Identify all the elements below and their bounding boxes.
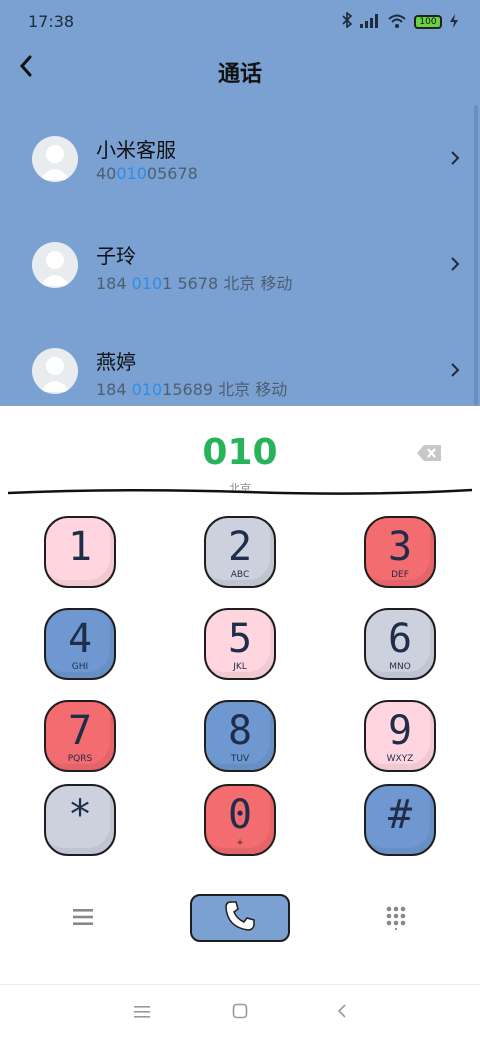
dialer-panel: 010 北京 1 2 ABC 3 DEF 4 GHI 5 JKL 6 MNO 7… — [0, 406, 480, 1040]
key-6[interactable]: 6 MNO — [364, 608, 436, 680]
key-hash[interactable]: # — [364, 784, 436, 856]
status-bar: 17:38 100 — [0, 0, 480, 44]
wifi-icon — [388, 13, 406, 32]
dialpad-icon[interactable] — [386, 906, 406, 934]
battery-indicator: 100 — [414, 15, 442, 29]
back-triangle-icon — [337, 1003, 347, 1023]
key-3[interactable]: 3 DEF — [364, 516, 436, 588]
page-title: 通话 — [217, 62, 262, 87]
key-1[interactable]: 1 — [44, 516, 116, 588]
key-9[interactable]: 9 WXYZ — [364, 700, 436, 772]
avatar — [32, 348, 78, 394]
contact-number: 184 01015689 北京 移动 — [96, 380, 288, 399]
chevron-right-icon — [450, 362, 460, 382]
call-button[interactable] — [190, 894, 290, 942]
contact-number: 184 0101 5678 北京 移动 — [96, 274, 293, 293]
contact-item[interactable]: 小米客服 4001005678 — [0, 110, 480, 216]
menu-icon[interactable] — [72, 908, 94, 930]
key-2[interactable]: 2 ABC — [204, 516, 276, 588]
contacts-panel: 17:38 100 通话 小米客服 4001005678 子玲 184 0101… — [0, 0, 480, 406]
contact-name: 燕婷 — [96, 350, 136, 374]
nav-home-button[interactable] — [228, 1001, 252, 1025]
nav-menu-button[interactable] — [130, 1001, 154, 1025]
app-header: 通话 — [0, 44, 480, 104]
phone-icon — [223, 899, 257, 937]
key-5[interactable]: 5 JKL — [204, 608, 276, 680]
backspace-icon[interactable] — [416, 444, 442, 466]
avatar — [32, 242, 78, 288]
status-time: 17:38 — [28, 12, 75, 31]
chevron-right-icon — [450, 150, 460, 170]
system-nav-bar — [0, 984, 480, 1041]
avatar — [32, 136, 78, 182]
home-square-icon — [232, 1003, 248, 1023]
dialer-actions — [0, 894, 480, 954]
contact-list: 小米客服 4001005678 子玲 184 0101 5678 北京 移动 燕… — [0, 110, 480, 428]
key-8[interactable]: 8 TUV — [204, 700, 276, 772]
contact-number: 4001005678 — [96, 164, 198, 183]
key-4[interactable]: 4 GHI — [44, 608, 116, 680]
dialed-number[interactable]: 010 — [0, 432, 480, 473]
nav-menu-icon — [134, 1004, 150, 1023]
contact-item[interactable]: 子玲 184 0101 5678 北京 移动 — [0, 216, 480, 322]
contact-name: 子玲 — [96, 244, 136, 268]
nav-back-button[interactable] — [330, 1001, 354, 1025]
bluetooth-icon — [342, 11, 353, 32]
signal-icon — [360, 13, 380, 32]
contact-name: 小米客服 — [96, 138, 176, 162]
number-divider — [7, 488, 473, 495]
key-7[interactable]: 7 PQRS — [44, 700, 116, 772]
key-0[interactable]: 0 + — [204, 784, 276, 856]
bolt-icon — [450, 13, 458, 32]
key-star[interactable]: * — [44, 784, 116, 856]
chevron-right-icon — [450, 256, 460, 276]
